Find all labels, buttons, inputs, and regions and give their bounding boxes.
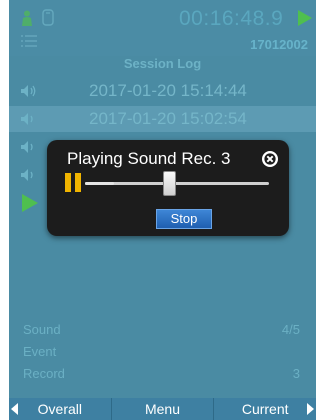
play-icon[interactable] — [297, 9, 313, 27]
log-entry-selected[interactable]: 2017-01-20 15:02:54 — [9, 106, 316, 132]
current-button[interactable]: Current — [214, 398, 316, 420]
playback-slider-thumb[interactable] — [162, 171, 176, 196]
stat-row-record: Record 3 — [23, 366, 304, 388]
stat-label: Sound — [23, 322, 61, 337]
stop-button[interactable]: Stop — [156, 209, 212, 229]
menu-button-label: Menu — [144, 401, 181, 417]
chevron-left-icon — [11, 403, 18, 415]
speaker-icon[interactable] — [20, 84, 38, 98]
playback-progress-fill — [85, 182, 115, 185]
elapsed-clock: 00:16:48.9 — [179, 7, 284, 30]
stat-label: Event — [23, 344, 57, 359]
dialog-title: Playing Sound Rec. 3 — [67, 149, 231, 168]
list-icon[interactable] — [21, 34, 37, 48]
bottom-nav-bar: Overall Menu Current — [9, 398, 316, 420]
phone-icon[interactable] — [42, 9, 54, 26]
pause-icon[interactable] — [64, 172, 82, 193]
stat-value: 4/5 — [281, 322, 300, 337]
log-entry[interactable]: 2017-01-20 15:14:44 — [9, 78, 316, 104]
device-serial: 17012002 — [250, 37, 308, 52]
device-screen: 00:16:48.9 17012002 Session Log 2017-01-… — [9, 0, 316, 420]
play-icon[interactable] — [21, 193, 39, 213]
current-button-label: Current — [241, 401, 289, 417]
playback-dialog: Playing Sound Rec. 3 Stop — [47, 140, 289, 236]
person-icon[interactable] — [21, 10, 33, 26]
playback-progress-track[interactable] — [85, 182, 269, 185]
speaker-icon[interactable] — [20, 168, 38, 182]
stats-panel: Sound 4/5 Event Record 3 — [23, 322, 304, 388]
stat-row-sound: Sound 4/5 — [23, 322, 304, 344]
overall-button[interactable]: Overall — [9, 398, 112, 420]
speaker-icon[interactable] — [20, 112, 38, 126]
stat-label: Record — [23, 366, 65, 381]
stat-row-event: Event — [23, 344, 304, 366]
overall-button-label: Overall — [37, 401, 83, 417]
stat-value: 3 — [292, 366, 300, 381]
speaker-icon[interactable] — [20, 140, 38, 154]
close-icon[interactable] — [261, 150, 279, 168]
top-status-bar: 00:16:48.9 17012002 — [9, 0, 316, 56]
session-log-title: Session Log — [123, 56, 202, 71]
chevron-right-icon — [307, 403, 315, 415]
log-entry-timestamp: 2017-01-20 15:02:54 — [89, 109, 247, 128]
log-entry-timestamp: 2017-01-20 15:14:44 — [89, 81, 247, 100]
menu-button[interactable]: Menu — [112, 398, 215, 420]
